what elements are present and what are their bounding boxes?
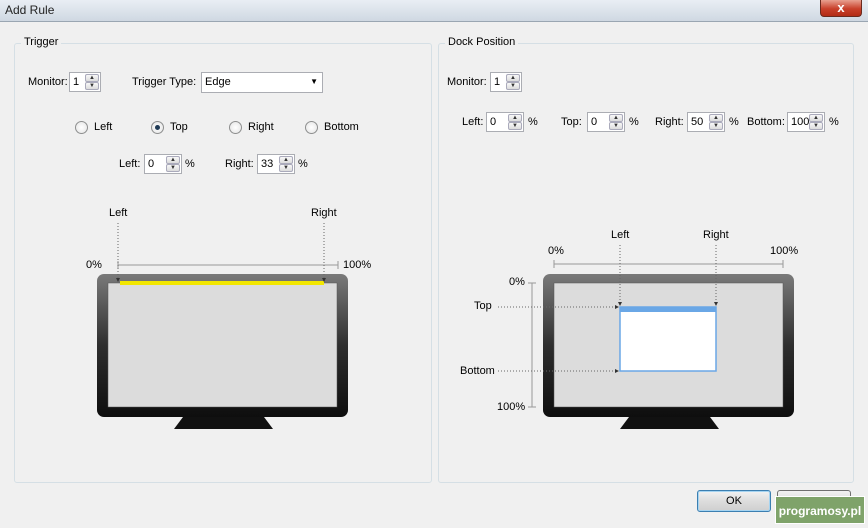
trigger-diagram-100pct: 100% — [343, 259, 371, 271]
preview-diagrams: Left Right 0% 100% Left Right 0% 100% 0%… — [86, 207, 798, 429]
dock-window-preview — [619, 306, 717, 372]
watermark-logo: programosy.pl — [775, 496, 865, 524]
dock-diagram-bottom-label: Bottom — [460, 365, 495, 377]
dock-window-titlebar — [620, 307, 716, 312]
trigger-diagram-left-label: Left — [109, 207, 127, 219]
dock-diagram-v0pct: 0% — [509, 276, 525, 288]
dock-diagram-left-label: Left — [611, 229, 629, 241]
add-rule-dialog: Add Rule x Trigger Monitor: 1 ▲ ▼ Trigger… — [0, 0, 868, 528]
dock-diagram-v100pct: 100% — [497, 401, 525, 413]
trigger-monitor-illustration: Left Right 0% 100% — [86, 207, 371, 429]
trigger-diagram-right-label: Right — [311, 207, 337, 219]
dock-monitor-stand — [620, 417, 719, 429]
dock-diagram-100pct: 100% — [770, 245, 798, 257]
trigger-monitor-stand — [174, 417, 273, 429]
dock-diagram-right-label: Right — [703, 229, 729, 241]
dock-diagram-0pct: 0% — [548, 245, 564, 257]
dock-diagram-top-label: Top — [474, 300, 492, 312]
trigger-diagram-0pct: 0% — [86, 259, 102, 271]
dock-monitor-illustration: Left Right 0% 100% 0% 100% Top Bottom — [460, 229, 798, 429]
trigger-monitor-screen — [107, 282, 338, 408]
trigger-edge-highlight — [120, 281, 324, 285]
